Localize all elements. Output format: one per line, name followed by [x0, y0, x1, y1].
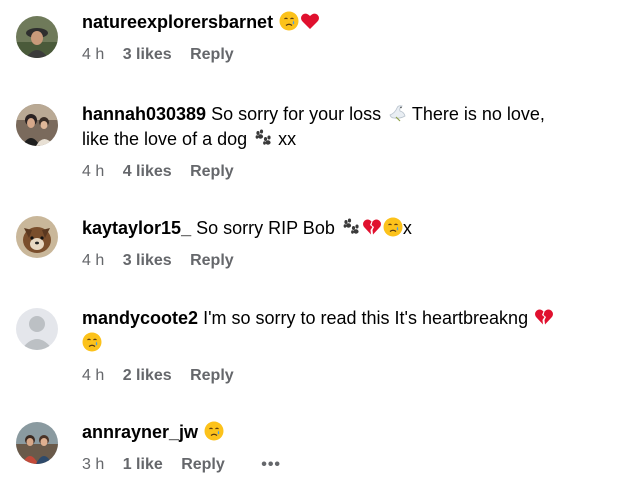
comment-username[interactable]: kaytaylor15_ — [82, 218, 191, 238]
likes-count[interactable]: 2 likes — [123, 366, 172, 386]
crying-face-icon — [82, 332, 102, 352]
comment-body: I'm so sorry to read this It's heartbrea… — [203, 308, 529, 328]
comment-body: So sorry RIP Bob — [196, 218, 335, 238]
comment-meta: 4 h 2 likes Reply — [82, 366, 618, 386]
comment-time: 4 h — [82, 163, 105, 180]
comment-body: There is no love, — [411, 104, 545, 124]
avatar[interactable] — [16, 216, 58, 258]
red-heart-icon — [300, 11, 320, 31]
likes-count[interactable]: 4 likes — [123, 162, 172, 182]
comment-trailing-text: x — [402, 218, 412, 238]
paw-prints-icon — [253, 128, 273, 148]
reply-button[interactable]: Reply — [190, 162, 234, 182]
comment-text: natureexplorersbarnet — [82, 10, 618, 35]
crying-face-icon — [383, 217, 403, 237]
comment-username[interactable]: mandycoote2 — [82, 308, 198, 328]
comment-username[interactable]: natureexplorersbarnet — [82, 12, 273, 32]
comment-time: 3 h — [82, 456, 105, 473]
broken-heart-icon — [534, 307, 554, 327]
likes-count[interactable]: 3 likes — [123, 251, 172, 271]
comment-body: like the love of a dog — [82, 129, 248, 149]
reply-button[interactable]: Reply — [190, 251, 234, 271]
comment-text: hannah030389 So sorry for your loss Ther… — [82, 102, 618, 152]
dove-icon — [387, 103, 407, 123]
comment-time: 4 h — [82, 367, 105, 384]
avatar[interactable] — [16, 16, 58, 58]
comment-username[interactable]: hannah030389 — [82, 104, 206, 124]
comment-meta: 4 h 3 likes Reply — [82, 45, 618, 65]
reply-button[interactable]: Reply — [181, 455, 225, 475]
comment-text: mandycoote2 I'm so sorry to read this It… — [82, 306, 618, 356]
comment-trailing-text: xx — [278, 129, 297, 149]
comment-username[interactable]: annrayner_jw — [82, 422, 198, 442]
broken-heart-icon — [362, 217, 382, 237]
comment-meta: 3 h 1 like Reply ••• — [82, 455, 618, 475]
avatar[interactable] — [16, 422, 58, 464]
comment-time: 4 h — [82, 46, 105, 63]
reply-button[interactable]: Reply — [190, 366, 234, 386]
comment-body: So sorry for your loss — [211, 104, 382, 124]
likes-count[interactable]: 3 likes — [123, 45, 172, 65]
comment-time: 4 h — [82, 252, 105, 269]
more-options-icon[interactable]: ••• — [261, 455, 281, 475]
crying-face-icon — [204, 421, 224, 441]
comment-text: annrayner_jw — [82, 420, 618, 445]
crying-face-icon — [279, 11, 299, 31]
comment-meta: 4 h 3 likes Reply — [82, 251, 618, 271]
comment-meta: 4 h 4 likes Reply — [82, 162, 618, 182]
comment-text: kaytaylor15_ So sorry RIP Bob x — [82, 216, 618, 241]
reply-button[interactable]: Reply — [190, 45, 234, 65]
likes-count[interactable]: 1 like — [123, 455, 163, 475]
avatar[interactable] — [16, 104, 58, 146]
paw-prints-icon — [341, 217, 361, 237]
avatar[interactable] — [16, 308, 58, 350]
